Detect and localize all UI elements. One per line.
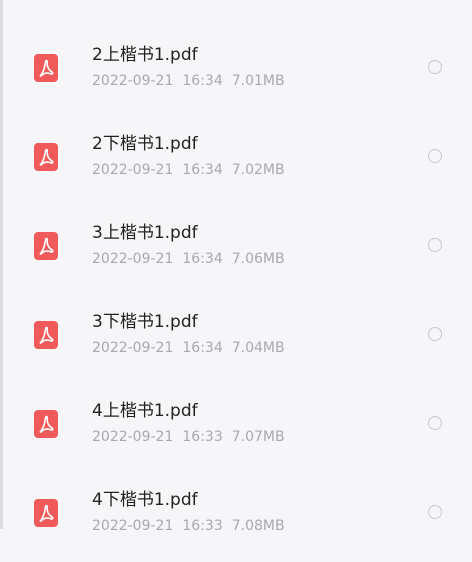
file-size: 7.04MB	[231, 340, 285, 356]
file-meta: 2022-09-21 16:34 7.06MB	[92, 250, 285, 268]
file-time: 16:34	[182, 340, 223, 356]
file-size: 7.07MB	[231, 429, 285, 445]
file-date: 2022-09-21	[92, 73, 174, 89]
file-list-item[interactable]: 2上楷书1.pdf 2022-09-21 16:34 7.01MB	[0, 28, 472, 117]
file-name: 4上楷书1.pdf	[92, 401, 198, 421]
file-date: 2022-09-21	[92, 429, 174, 445]
file-time: 16:33	[182, 518, 223, 534]
file-size: 7.08MB	[231, 518, 285, 534]
file-list: 2上楷书1.pdf 2022-09-21 16:34 7.01MB 2下楷书1.pd…	[0, 0, 472, 534]
pdf-icon	[34, 499, 58, 527]
file-name: 3上楷书1.pdf	[92, 223, 198, 243]
pdf-icon	[34, 143, 58, 171]
file-meta: 2022-09-21 16:33 7.08MB	[92, 517, 285, 535]
file-size: 7.01MB	[231, 73, 285, 89]
file-meta: 2022-09-21 16:34 7.02MB	[92, 161, 285, 179]
file-time: 16:34	[182, 251, 223, 267]
file-time: 16:33	[182, 429, 223, 445]
file-time: 16:34	[182, 162, 223, 178]
file-name: 2上楷书1.pdf	[92, 45, 198, 65]
file-date: 2022-09-21	[92, 162, 174, 178]
select-radio[interactable]	[428, 416, 442, 430]
file-date: 2022-09-21	[92, 251, 174, 267]
file-list-item[interactable]: 2下楷书1.pdf 2022-09-21 16:34 7.02MB	[0, 117, 472, 206]
pdf-icon	[34, 410, 58, 438]
file-name: 3下楷书1.pdf	[92, 312, 198, 332]
file-list-item[interactable]: 3上楷书1.pdf 2022-09-21 16:34 7.06MB	[0, 206, 472, 295]
file-meta: 2022-09-21 16:34 7.01MB	[92, 72, 285, 90]
file-time: 16:34	[182, 73, 223, 89]
file-list-item[interactable]: 4下楷书1.pdf 2022-09-21 16:33 7.08MB	[0, 473, 472, 562]
file-list-item[interactable]: 4上楷书1.pdf 2022-09-21 16:33 7.07MB	[0, 384, 472, 473]
select-radio[interactable]	[428, 327, 442, 341]
select-radio[interactable]	[428, 60, 442, 74]
file-meta: 2022-09-21 16:33 7.07MB	[92, 428, 285, 446]
select-radio[interactable]	[428, 149, 442, 163]
file-list-item[interactable]: 3下楷书1.pdf 2022-09-21 16:34 7.04MB	[0, 295, 472, 384]
file-name: 4下楷书1.pdf	[92, 490, 198, 510]
pdf-icon	[34, 232, 58, 260]
file-date: 2022-09-21	[92, 340, 174, 356]
pdf-icon	[34, 54, 58, 82]
file-date: 2022-09-21	[92, 518, 174, 534]
select-radio[interactable]	[428, 505, 442, 519]
select-radio[interactable]	[428, 238, 442, 252]
file-size: 7.06MB	[231, 251, 285, 267]
file-name: 2下楷书1.pdf	[92, 134, 198, 154]
pdf-icon	[34, 321, 58, 349]
file-size: 7.02MB	[231, 162, 285, 178]
file-meta: 2022-09-21 16:34 7.04MB	[92, 339, 285, 357]
